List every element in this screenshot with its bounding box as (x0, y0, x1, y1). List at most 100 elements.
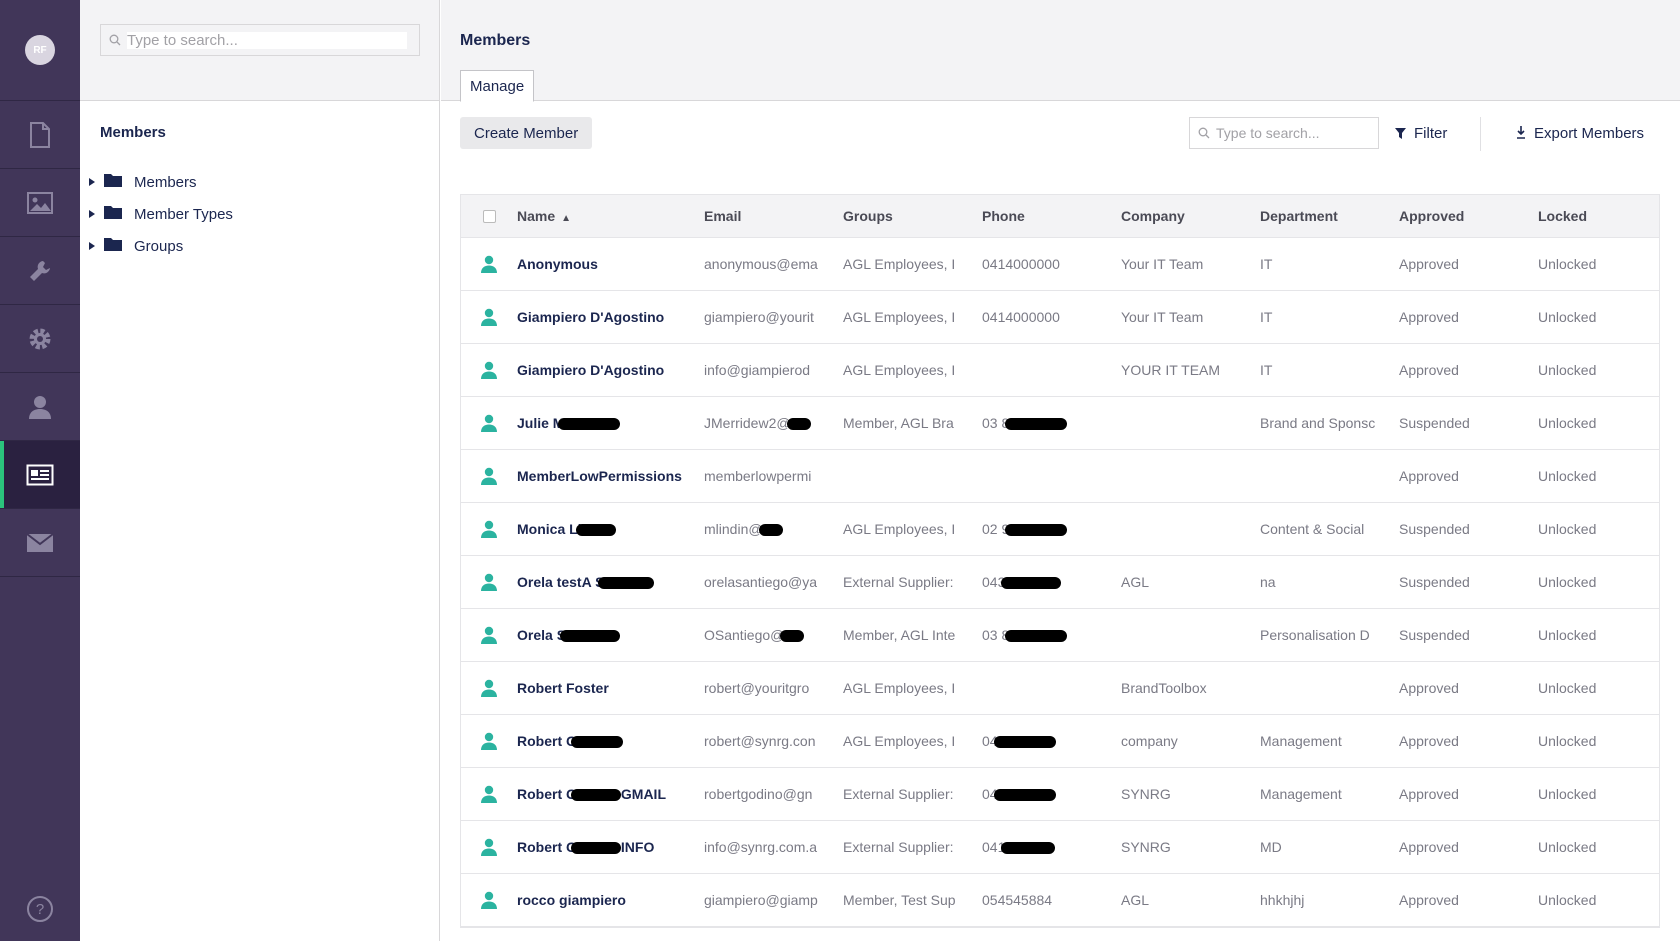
member-approved: Suspended (1399, 521, 1538, 537)
member-name-suffix: INFO (620, 839, 655, 855)
member-name[interactable]: Giampiero D'Agostino (517, 362, 704, 378)
table-row[interactable]: MemberLowPermissions memberlowpermi Approv… (461, 450, 1659, 503)
member-name[interactable]: rocco giampiero (517, 892, 704, 908)
caret-right-icon[interactable] (86, 242, 98, 250)
tree-node-member-types[interactable]: Member Types (86, 198, 233, 230)
table-row[interactable]: Monica Li mlindin@ AGL Employees, I 02 9 Con… (461, 503, 1659, 556)
member-icon (481, 255, 497, 273)
user-icon (29, 395, 51, 419)
member-department-text: Personalisation D (1260, 627, 1370, 643)
member-company: BrandToolbox (1121, 680, 1260, 696)
member-department-text: hhkhjhj (1260, 892, 1305, 908)
section-forms[interactable] (0, 509, 80, 577)
member-email: mlindin@ (704, 521, 843, 537)
member-locked: Unlocked (1538, 733, 1658, 749)
section-members[interactable] (0, 441, 80, 509)
section-media[interactable] (0, 169, 80, 237)
table-row[interactable]: Robert G GMAIL robertgodino@gn External Sup… (461, 768, 1659, 821)
member-approved: Approved (1399, 256, 1538, 272)
member-groups-text: Member, AGL Inte (843, 627, 956, 643)
member-groups: Member, AGL Inte (843, 627, 982, 643)
member-approved-text: Suspended (1399, 415, 1470, 431)
header-email[interactable]: Email (704, 208, 843, 224)
table-row[interactable]: Julie M JMerridew2@ Member, AGL Bra 03 8 Bra… (461, 397, 1659, 450)
member-company-text: AGL (1121, 892, 1150, 908)
gear-icon (29, 328, 51, 349)
folder-icon (104, 173, 122, 191)
table-row[interactable]: Robert Foster robert@youritgro AGL Employe… (461, 662, 1659, 715)
member-name[interactable]: Giampiero D'Agostino (517, 309, 704, 325)
member-name[interactable]: Anonymous (517, 256, 704, 272)
header-locked[interactable]: Locked (1538, 208, 1658, 224)
member-company: Your IT Team (1121, 309, 1260, 325)
table-row[interactable]: Robert G INFO info@synrg.com.a External Sup… (461, 821, 1659, 874)
member-department: IT (1260, 309, 1399, 325)
section-settings-tools[interactable] (0, 237, 80, 305)
tree-search[interactable] (100, 24, 420, 56)
help-icon: ? (27, 896, 53, 922)
help-button[interactable]: ? (0, 895, 80, 923)
member-locked-text: Unlocked (1538, 892, 1597, 908)
member-locked: Unlocked (1538, 256, 1658, 272)
redaction-mark (1001, 577, 1062, 590)
section-content[interactable] (0, 101, 80, 169)
member-name[interactable]: Orela S (517, 627, 704, 643)
table-row[interactable]: Giampiero D'Agostino giampiero@yourit AGL … (461, 291, 1659, 344)
export-members-button[interactable]: Export Members (1516, 117, 1644, 149)
member-phone-text: 0414000000 (982, 309, 1060, 325)
redaction-mark (1001, 842, 1056, 855)
header-phone[interactable]: Phone (982, 208, 1121, 224)
member-department: Personalisation D (1260, 627, 1399, 643)
tab-manage[interactable]: Manage (460, 70, 535, 102)
member-name[interactable]: Orela testA S (517, 574, 704, 590)
member-locked-text: Unlocked (1538, 680, 1597, 696)
header-groups[interactable]: Groups (843, 208, 982, 224)
member-name[interactable]: Monica Li (517, 521, 704, 537)
member-name[interactable]: Robert G INFO (517, 839, 704, 855)
section-users[interactable] (0, 373, 80, 441)
header-name[interactable]: Name ▲ (517, 208, 704, 224)
caret-right-icon[interactable] (86, 210, 98, 218)
members-search[interactable] (1189, 117, 1379, 149)
avatar[interactable]: RF (25, 35, 55, 65)
tree-node-members[interactable]: Members (86, 166, 233, 198)
member-company-text: Your IT Team (1121, 256, 1204, 272)
member-name[interactable]: Robert G GMAIL (517, 786, 704, 802)
header-company[interactable]: Company (1121, 208, 1260, 224)
redaction-mark (993, 736, 1056, 749)
member-name[interactable]: Robert G (517, 733, 704, 749)
table-row[interactable]: Orela testA S orelasantiego@ya External Su… (461, 556, 1659, 609)
redaction-mark (780, 630, 805, 643)
table-row[interactable]: Anonymous anonymous@ema AGL Employees, I 04… (461, 238, 1659, 291)
table-row[interactable]: Giampiero D'Agostino info@giampierod AGL E… (461, 344, 1659, 397)
member-icon-cell (461, 255, 517, 273)
tree-search-input[interactable] (127, 31, 407, 49)
create-member-button[interactable]: Create Member (460, 117, 593, 149)
table-row[interactable]: Orela S OSantiego@ Member, AGL Inte 03 8 Per… (461, 609, 1659, 662)
member-email: giampiero@giamp (704, 892, 843, 908)
member-phone: 03 8 (982, 627, 1121, 643)
member-phone: 054545884 (982, 892, 1121, 908)
member-locked-text: Unlocked (1538, 521, 1597, 537)
member-approved: Approved (1399, 309, 1538, 325)
tree-node-groups[interactable]: Groups (86, 230, 233, 262)
table-row[interactable]: rocco giampiero giampiero@giamp Member, Te… (461, 874, 1659, 927)
header-department[interactable]: Department (1260, 208, 1399, 224)
member-name[interactable]: Robert Foster (517, 680, 704, 696)
section-settings[interactable] (0, 305, 80, 373)
member-groups: AGL Employees, I (843, 521, 982, 537)
select-all-cell (461, 209, 517, 223)
filter-button[interactable]: Filter (1395, 117, 1447, 149)
select-all-checkbox[interactable] (482, 209, 496, 223)
member-approved-text: Approved (1399, 786, 1459, 802)
members-search-input[interactable] (1216, 125, 1366, 141)
member-name[interactable]: Julie M (517, 415, 704, 431)
header-approved[interactable]: Approved (1399, 208, 1538, 224)
caret-right-icon[interactable] (86, 178, 98, 186)
member-company-text: Your IT Team (1121, 309, 1204, 325)
member-phone: 0414000000 (982, 256, 1121, 272)
member-name[interactable]: MemberLowPermissions (517, 468, 704, 484)
member-icon (481, 520, 497, 538)
table-row[interactable]: Robert G robert@synrg.con AGL Employees, I… (461, 715, 1659, 768)
member-company-text: SYNRG (1121, 786, 1171, 802)
